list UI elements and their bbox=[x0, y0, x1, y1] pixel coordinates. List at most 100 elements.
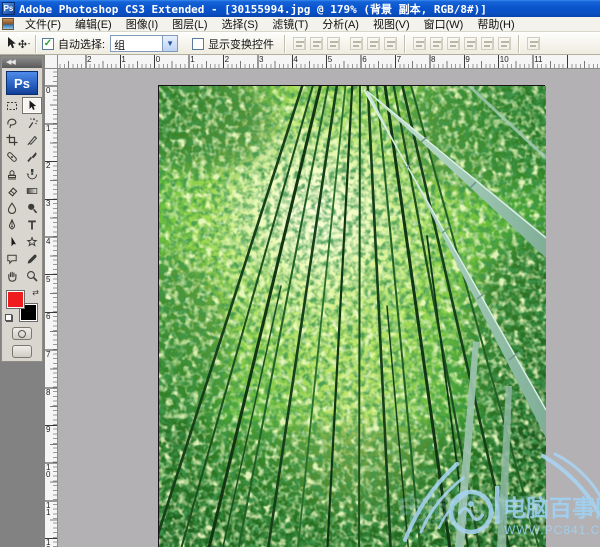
h-ruler-label: 1 bbox=[190, 55, 195, 64]
distribute-bottom-icon bbox=[447, 37, 461, 50]
slice-tool[interactable] bbox=[22, 131, 42, 148]
v-ruler-label: 0 bbox=[46, 86, 51, 95]
check-icon: ✓ bbox=[43, 37, 53, 49]
v-ruler-label: 2 bbox=[46, 161, 51, 171]
workspace: ◀◀ Ps ⇄ 2 1 0 1 2 3 4 5 6 7 8 9 10 11 0 … bbox=[0, 55, 600, 547]
auto-select-dropdown[interactable]: 组 ▼ bbox=[110, 35, 179, 52]
v-ruler-label: 6 bbox=[46, 312, 51, 322]
site-watermark: 电脑百事网 电脑百事 WWW.PC841.C bbox=[397, 452, 600, 542]
color-picker-widget: ⇄ bbox=[5, 288, 39, 322]
auto-select-value: 组 bbox=[110, 35, 163, 52]
tool-grid bbox=[2, 97, 42, 284]
distribute-left-icon bbox=[464, 37, 478, 50]
distribute-vcenter-icon bbox=[430, 37, 444, 50]
v-ruler-label: 5 bbox=[46, 274, 51, 284]
lasso-tool[interactable] bbox=[2, 114, 22, 131]
chevron-down-icon[interactable]: ▼ bbox=[162, 35, 179, 52]
v-ruler-label: 4 bbox=[46, 236, 51, 246]
zoom-tool[interactable] bbox=[22, 267, 42, 284]
app-icon: Ps bbox=[2, 2, 15, 15]
menu-item-file[interactable]: 文件(F) bbox=[18, 15, 68, 33]
align-vcenter-icon bbox=[310, 37, 324, 50]
separator bbox=[518, 34, 521, 53]
h-ruler-label: 3 bbox=[259, 55, 264, 64]
v-ruler-label: 9 bbox=[46, 425, 51, 435]
quick-mask-button[interactable] bbox=[12, 327, 32, 340]
menu-item-help[interactable]: 帮助(H) bbox=[470, 15, 521, 33]
distribute-right-icon bbox=[498, 37, 512, 50]
v-ruler-label: 10 bbox=[46, 463, 51, 479]
horizontal-ruler[interactable]: 2 1 0 1 2 3 4 5 6 7 8 9 10 11 bbox=[58, 55, 600, 69]
toolbox-panel: ◀◀ Ps ⇄ bbox=[1, 56, 43, 362]
custom-shape-tool[interactable] bbox=[22, 233, 42, 250]
auto-align-layers-icon bbox=[527, 37, 541, 50]
ruler-origin-corner[interactable] bbox=[45, 55, 58, 69]
clone-stamp-tool[interactable] bbox=[2, 165, 22, 182]
menu-item-edit[interactable]: 编辑(E) bbox=[68, 15, 119, 33]
path-selection-tool[interactable] bbox=[2, 233, 22, 250]
v-ruler-label: 12 bbox=[46, 538, 51, 547]
distribute-top-icon bbox=[413, 37, 427, 50]
menu-item-image[interactable]: 图像(I) bbox=[119, 15, 165, 33]
magic-wand-tool[interactable] bbox=[22, 114, 42, 131]
photoshop-logo: Ps bbox=[6, 71, 38, 95]
history-brush-tool[interactable] bbox=[22, 165, 42, 182]
v-ruler-label: 11 bbox=[46, 500, 51, 517]
h-ruler-label: 5 bbox=[327, 55, 333, 64]
collapse-panel-button[interactable]: ◀◀ bbox=[2, 57, 42, 68]
h-ruler-label: 11 bbox=[534, 55, 543, 64]
brush-tool[interactable] bbox=[22, 148, 42, 165]
h-ruler-label: 2 bbox=[87, 55, 92, 64]
move-tool-icon[interactable] bbox=[4, 36, 30, 52]
vertical-ruler[interactable]: 0123456789101112 bbox=[45, 69, 58, 547]
photoshop-window: Ps Adobe Photoshop CS3 Extended - [30155… bbox=[0, 0, 600, 547]
screen-mode-button[interactable] bbox=[12, 345, 32, 358]
align-left-icon bbox=[350, 37, 364, 50]
align-right-icon bbox=[384, 37, 398, 50]
v-ruler-label: 7 bbox=[46, 349, 51, 359]
h-ruler-label: 6 bbox=[362, 55, 367, 64]
notes-tool[interactable] bbox=[2, 250, 22, 267]
move-tool[interactable] bbox=[22, 97, 42, 114]
menu-item-window[interactable]: 窗口(W) bbox=[417, 15, 471, 33]
toolbox-column: ◀◀ Ps ⇄ bbox=[0, 55, 45, 547]
h-ruler-label: 8 bbox=[431, 55, 436, 64]
auto-select-checkbox[interactable]: ✓ bbox=[42, 37, 54, 50]
dodge-tool[interactable] bbox=[22, 199, 42, 216]
hand-tool[interactable] bbox=[2, 267, 22, 284]
crop-tool[interactable] bbox=[2, 131, 22, 148]
h-ruler-label: 7 bbox=[396, 55, 402, 64]
swap-colors-icon[interactable]: ⇄ bbox=[32, 288, 39, 297]
document-icon[interactable] bbox=[2, 18, 14, 30]
blur-tool[interactable] bbox=[2, 199, 22, 216]
h-ruler-label: 2 bbox=[224, 55, 230, 64]
menu-item-filter[interactable]: 滤镜(T) bbox=[265, 15, 315, 33]
eraser-tool[interactable] bbox=[2, 182, 22, 199]
gradient-tool[interactable] bbox=[22, 182, 42, 199]
menu-item-view[interactable]: 视图(V) bbox=[366, 15, 417, 33]
watermark-divider bbox=[495, 486, 500, 524]
eyedropper-tool[interactable] bbox=[22, 250, 42, 267]
watermark-site-url: WWW.PC841.COM bbox=[504, 523, 600, 537]
healing-brush-tool[interactable] bbox=[2, 148, 22, 165]
separator bbox=[35, 34, 37, 53]
align-hcenter-icon bbox=[367, 37, 381, 50]
menu-item-analysis[interactable]: 分析(A) bbox=[315, 15, 366, 33]
rectangular-marquee-tool[interactable] bbox=[2, 97, 22, 114]
menu-items: 文件(F) 编辑(E) 图像(I) 图层(L) 选择(S) 滤镜(T) 分析(A) 视图(V)… bbox=[18, 15, 522, 33]
watermark-site-name: 电脑百事网 bbox=[503, 495, 600, 521]
align-top-icon bbox=[293, 37, 307, 50]
menu-item-select[interactable]: 选择(S) bbox=[215, 15, 266, 33]
document-area: 2101234567891011 0123456789101112 bbox=[45, 55, 600, 547]
canvas-background[interactable]: 电脑百事网 电脑百事 WWW.PC841.C bbox=[58, 69, 600, 547]
distribute-hcenter-icon bbox=[481, 37, 495, 50]
show-transform-checkbox[interactable] bbox=[192, 37, 205, 50]
show-transform-label: 显示变换控件 bbox=[208, 38, 275, 51]
menu-item-layer[interactable]: 图层(L) bbox=[165, 15, 214, 33]
type-tool[interactable] bbox=[22, 216, 42, 233]
tool-options-bar: ✓ 自动选择: 组 ▼ 显示变换控件 bbox=[0, 32, 600, 55]
pen-tool[interactable] bbox=[2, 216, 22, 233]
default-colors-icon[interactable] bbox=[5, 314, 13, 322]
foreground-color-swatch[interactable] bbox=[6, 290, 25, 309]
h-ruler-label: 10 bbox=[499, 55, 509, 64]
